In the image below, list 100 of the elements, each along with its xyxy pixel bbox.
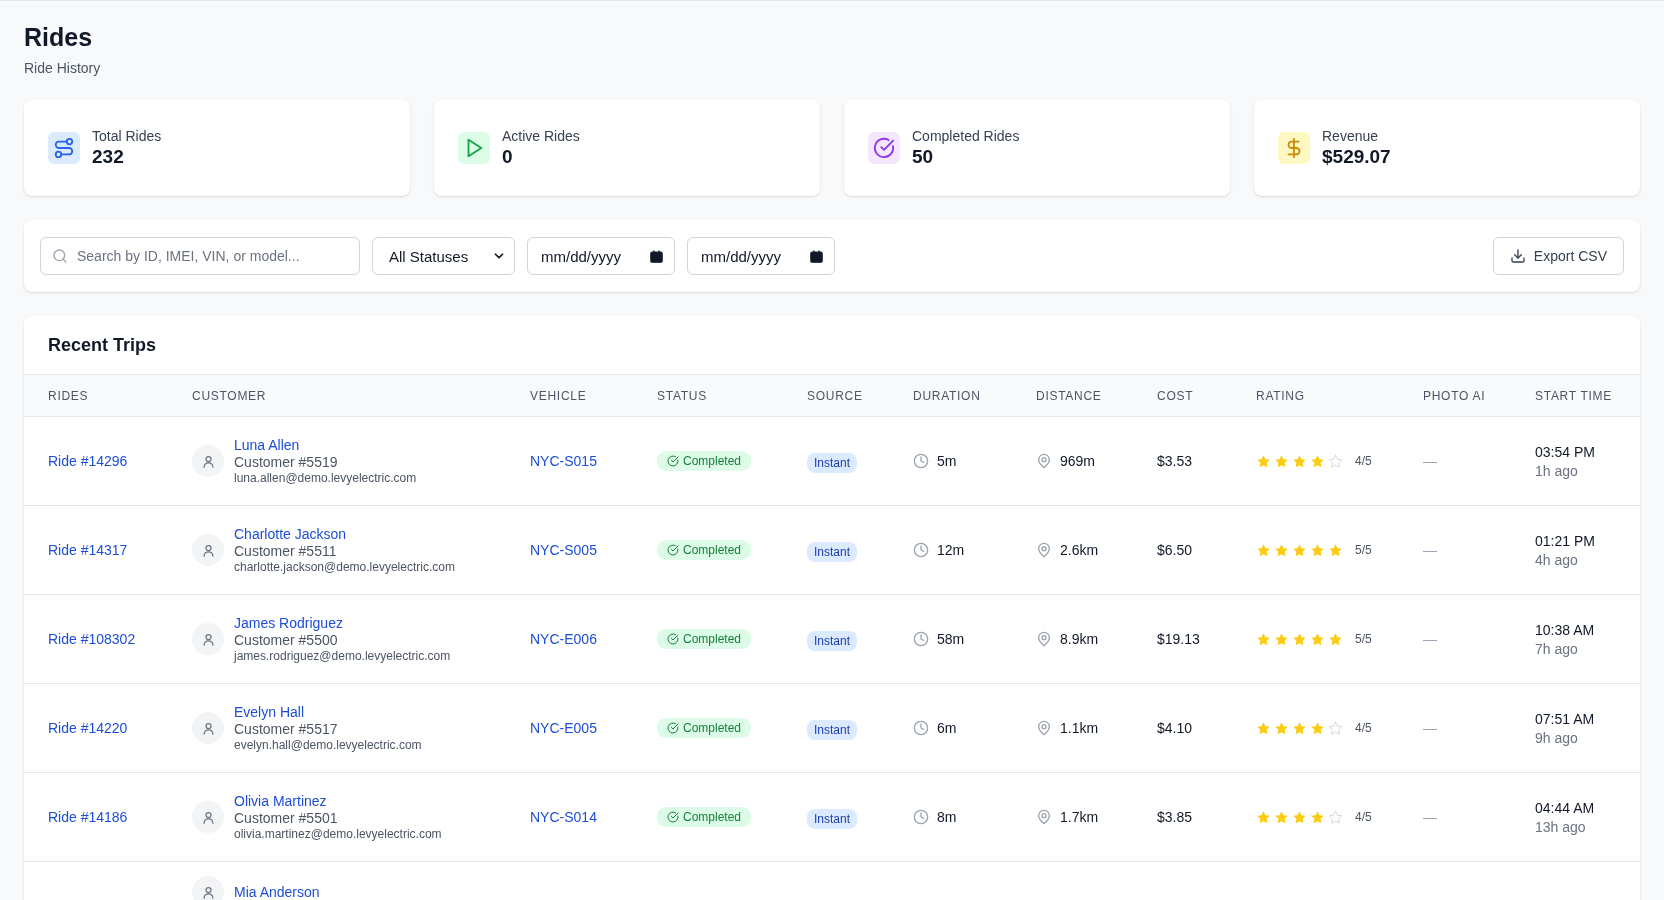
search-icon [52, 248, 68, 264]
search-field[interactable]: Search by ID, IMEI, VIN, or model... [40, 237, 360, 275]
star-icon [1310, 453, 1325, 469]
customer-id: Customer #5511 [234, 543, 338, 559]
column-header: DURATION [913, 388, 982, 403]
stat-value: 232 [92, 146, 125, 168]
star-outline-icon [1328, 720, 1343, 736]
column-header: CUSTOMER [192, 388, 268, 403]
map-pin-icon [1036, 809, 1052, 825]
relative-time: 1h ago [1535, 462, 1578, 479]
page-title: Rides [24, 23, 94, 52]
avatar-icon [192, 623, 224, 655]
ride-link[interactable]: Ride #14186 [48, 809, 128, 825]
relative-time: 7h ago [1535, 640, 1578, 657]
star-icon [1256, 809, 1271, 825]
star-icon [1310, 809, 1325, 825]
ride-link[interactable]: Ride #14220 [48, 720, 128, 736]
star-icon [1256, 631, 1271, 647]
star-icon [1292, 542, 1307, 558]
vehicle-link[interactable]: NYC-E005 [530, 720, 597, 736]
vehicle-link[interactable]: NYC-E006 [530, 631, 597, 647]
star-icon [1328, 542, 1343, 558]
date-field[interactable]: mm/dd/yyyy [687, 237, 835, 275]
customer-name-link[interactable]: Evelyn Hall [234, 704, 422, 720]
start-time: 01:21 PM [1535, 532, 1595, 549]
star-icon [1274, 809, 1289, 825]
customer-id: Customer #5500 [234, 632, 339, 648]
vehicle-link[interactable]: NYC-S015 [530, 453, 597, 469]
star-icon [1292, 720, 1307, 736]
calendar-icon [649, 248, 664, 264]
stat-value: 0 [502, 146, 514, 168]
date-field[interactable]: mm/dd/yyyy [527, 237, 675, 275]
vehicle-link[interactable]: NYC-S014 [530, 809, 597, 825]
star-outline-icon [1328, 809, 1343, 825]
distance-text: 2.6km [1060, 542, 1099, 558]
column-header: STATUS [657, 388, 708, 403]
customer-name-link[interactable]: James Rodriguez [234, 615, 451, 631]
export-button[interactable]: Export CSV [1492, 237, 1624, 275]
star-outline-icon [1328, 453, 1343, 469]
cost-text: $3.53 [1157, 453, 1193, 469]
start-time: 03:54 PM [1535, 443, 1595, 460]
relative-time: 13h ago [1535, 818, 1586, 835]
status-dropdown[interactable]: All Statuses [372, 237, 515, 275]
map-pin-icon [1036, 631, 1052, 647]
column-header: RATING [1256, 388, 1306, 403]
customer-name-link[interactable]: Mia Anderson [234, 884, 320, 900]
source-badge: Instant [807, 453, 858, 473]
star-icon [1274, 542, 1289, 558]
distance-text: 1.7km [1060, 809, 1099, 825]
relative-time: 4h ago [1535, 551, 1578, 568]
ride-link[interactable]: Ride #14296 [48, 453, 128, 469]
customer-id: Customer #5517 [234, 721, 339, 737]
rating-text: 5/5 [1355, 632, 1372, 646]
customer-name-link[interactable]: Olivia Martinez [234, 793, 442, 809]
clock-icon [913, 720, 929, 736]
customer-email: james.rodriguez@demo.levyelectric.com [234, 649, 451, 663]
customer-name-link[interactable]: Luna Allen [234, 437, 417, 453]
map-pin-icon [1036, 542, 1052, 558]
duration-text: 58m [937, 631, 965, 647]
duration-text: 8m [937, 809, 957, 825]
star-icon [1310, 542, 1325, 558]
column-header: COST [1157, 388, 1195, 403]
star-icon [1274, 720, 1289, 736]
customer-email: evelyn.hall@demo.levyelectric.com [234, 738, 422, 752]
stat-label: Revenue [1322, 128, 1380, 144]
rating-text: 4/5 [1355, 721, 1372, 735]
source-badge: Instant [807, 809, 858, 829]
column-header: START TIME [1535, 388, 1613, 403]
column-header: PHOTO AI [1423, 388, 1487, 403]
vehicle-link[interactable]: NYC-S005 [530, 542, 597, 558]
stat-label: Completed Rides [912, 128, 1020, 144]
customer-email: charlotte.jackson@demo.levyelectric.com [234, 560, 455, 574]
stat-label: Active Rides [502, 128, 580, 144]
ride-link[interactable]: Ride #108302 [48, 631, 136, 647]
ride-link[interactable]: Ride #14317 [48, 542, 128, 558]
star-icon [1256, 453, 1271, 469]
star-icon [1274, 453, 1289, 469]
source-badge: Instant [807, 542, 858, 562]
clock-icon [913, 542, 929, 558]
duration-text: 12m [937, 542, 965, 558]
distance-text: 1.1km [1060, 720, 1099, 736]
relative-time: 9h ago [1535, 729, 1578, 746]
rating-text: 4/5 [1355, 454, 1372, 468]
photo-ai-empty: — [1423, 453, 1437, 469]
photo-ai-empty: — [1423, 809, 1437, 825]
avatar-icon [192, 801, 224, 833]
calendar-icon [809, 248, 824, 264]
customer-name-link[interactable]: Charlotte Jackson [234, 526, 455, 542]
rating-text: 5/5 [1355, 543, 1372, 557]
cost-text: $4.10 [1157, 720, 1193, 736]
column-header: VEHICLE [530, 388, 588, 403]
star-icon [1310, 720, 1325, 736]
start-time: 10:38 AM [1535, 621, 1595, 638]
status-badge: Completed [657, 629, 752, 649]
download-icon [1509, 248, 1526, 264]
status-badge: Completed [657, 807, 752, 827]
status-badge: Completed [657, 540, 752, 560]
start-time: 04:44 AM [1535, 799, 1595, 816]
avatar-icon [192, 712, 224, 744]
photo-ai-empty: — [1423, 542, 1437, 558]
